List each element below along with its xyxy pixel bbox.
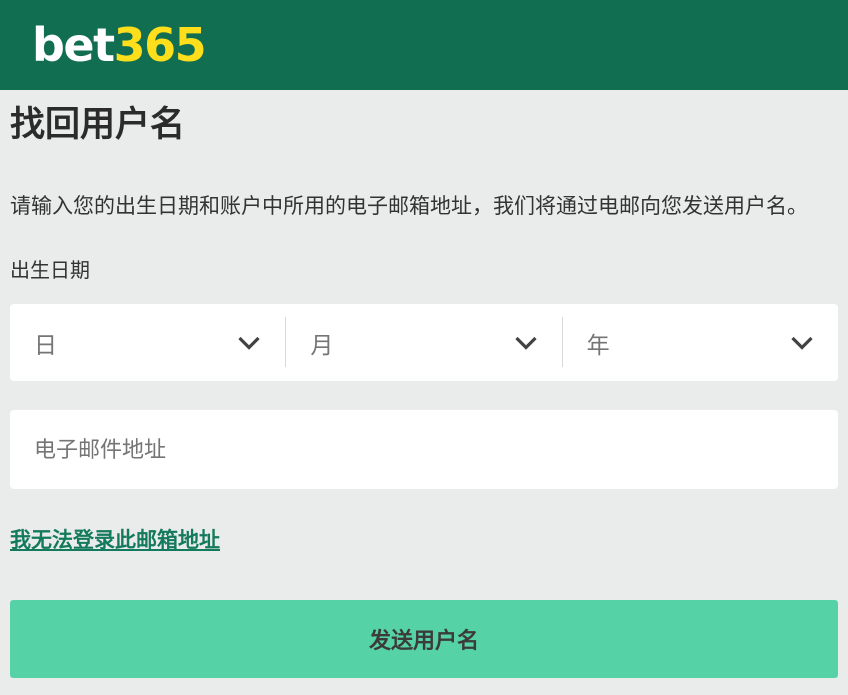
dob-select-row: 日 月 年 <box>10 304 838 381</box>
dob-year-select[interactable]: 年 <box>563 304 838 381</box>
logo-text-365: 365 <box>114 18 206 72</box>
email-field-container <box>10 410 838 489</box>
bet365-logo[interactable]: bet365 <box>32 22 205 68</box>
logo-text-bet: bet <box>32 18 114 72</box>
dob-year-value: 年 <box>587 326 610 360</box>
chevron-down-icon <box>790 336 814 350</box>
chevron-down-icon <box>514 336 538 350</box>
dob-month-select[interactable]: 月 <box>286 304 561 381</box>
header-bar: bet365 <box>0 0 848 90</box>
page-title: 找回用户名 <box>10 104 838 146</box>
main-content: 找回用户名 请输入您的出生日期和账户中所用的电子邮箱地址，我们将通过电邮向您发送… <box>0 104 848 678</box>
dob-label: 出生日期 <box>10 258 838 284</box>
dob-day-select[interactable]: 日 <box>10 304 285 381</box>
send-username-button[interactable]: 发送用户名 <box>10 600 838 678</box>
cannot-access-email-link[interactable]: 我无法登录此邮箱地址 <box>10 528 220 554</box>
instruction-text: 请输入您的出生日期和账户中所用的电子邮箱地址，我们将通过电邮向您发送用户名。 <box>10 193 838 221</box>
dob-day-value: 日 <box>34 326 57 360</box>
email-input[interactable] <box>10 410 838 489</box>
chevron-down-icon <box>237 336 261 350</box>
dob-month-value: 月 <box>310 326 333 360</box>
